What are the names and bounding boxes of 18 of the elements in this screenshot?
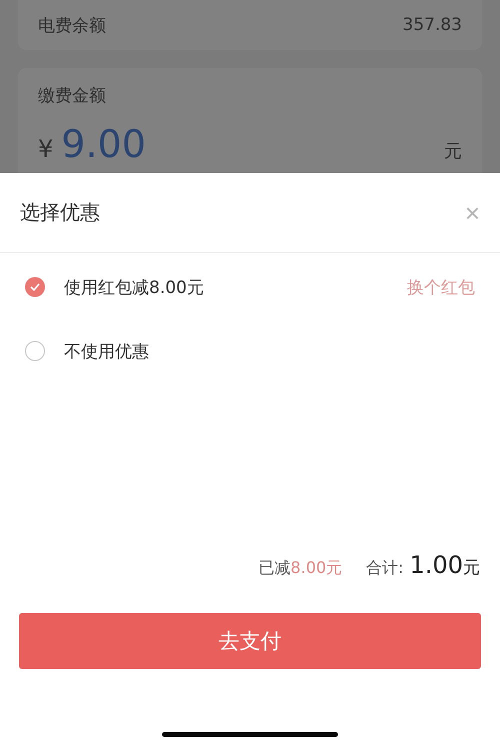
option-label: 使用红包减8.00元 [64,276,205,298]
radio-button[interactable] [25,277,45,297]
unit-label: 元 [444,140,462,163]
currency-symbol: ¥ [38,135,54,163]
discount-text: 已减8.00元 [258,558,342,579]
amount-label: 缴费金额 [38,86,106,106]
sheet-title: 选择优惠 [20,199,100,226]
option-label: 不使用优惠 [64,340,150,362]
check-icon [30,283,40,291]
close-button[interactable]: × [464,200,480,226]
radio-button[interactable] [25,341,45,361]
pay-button[interactable]: 去支付 [19,613,481,669]
balance-label: 电费余额 [38,14,106,36]
total-label: 合计: [366,558,404,579]
amount-value: 9.00 [61,125,146,163]
total-amount: 1.00元 [410,551,480,579]
change-link[interactable]: 换个红包 [407,276,475,298]
balance-value: 357.83 [402,15,462,35]
